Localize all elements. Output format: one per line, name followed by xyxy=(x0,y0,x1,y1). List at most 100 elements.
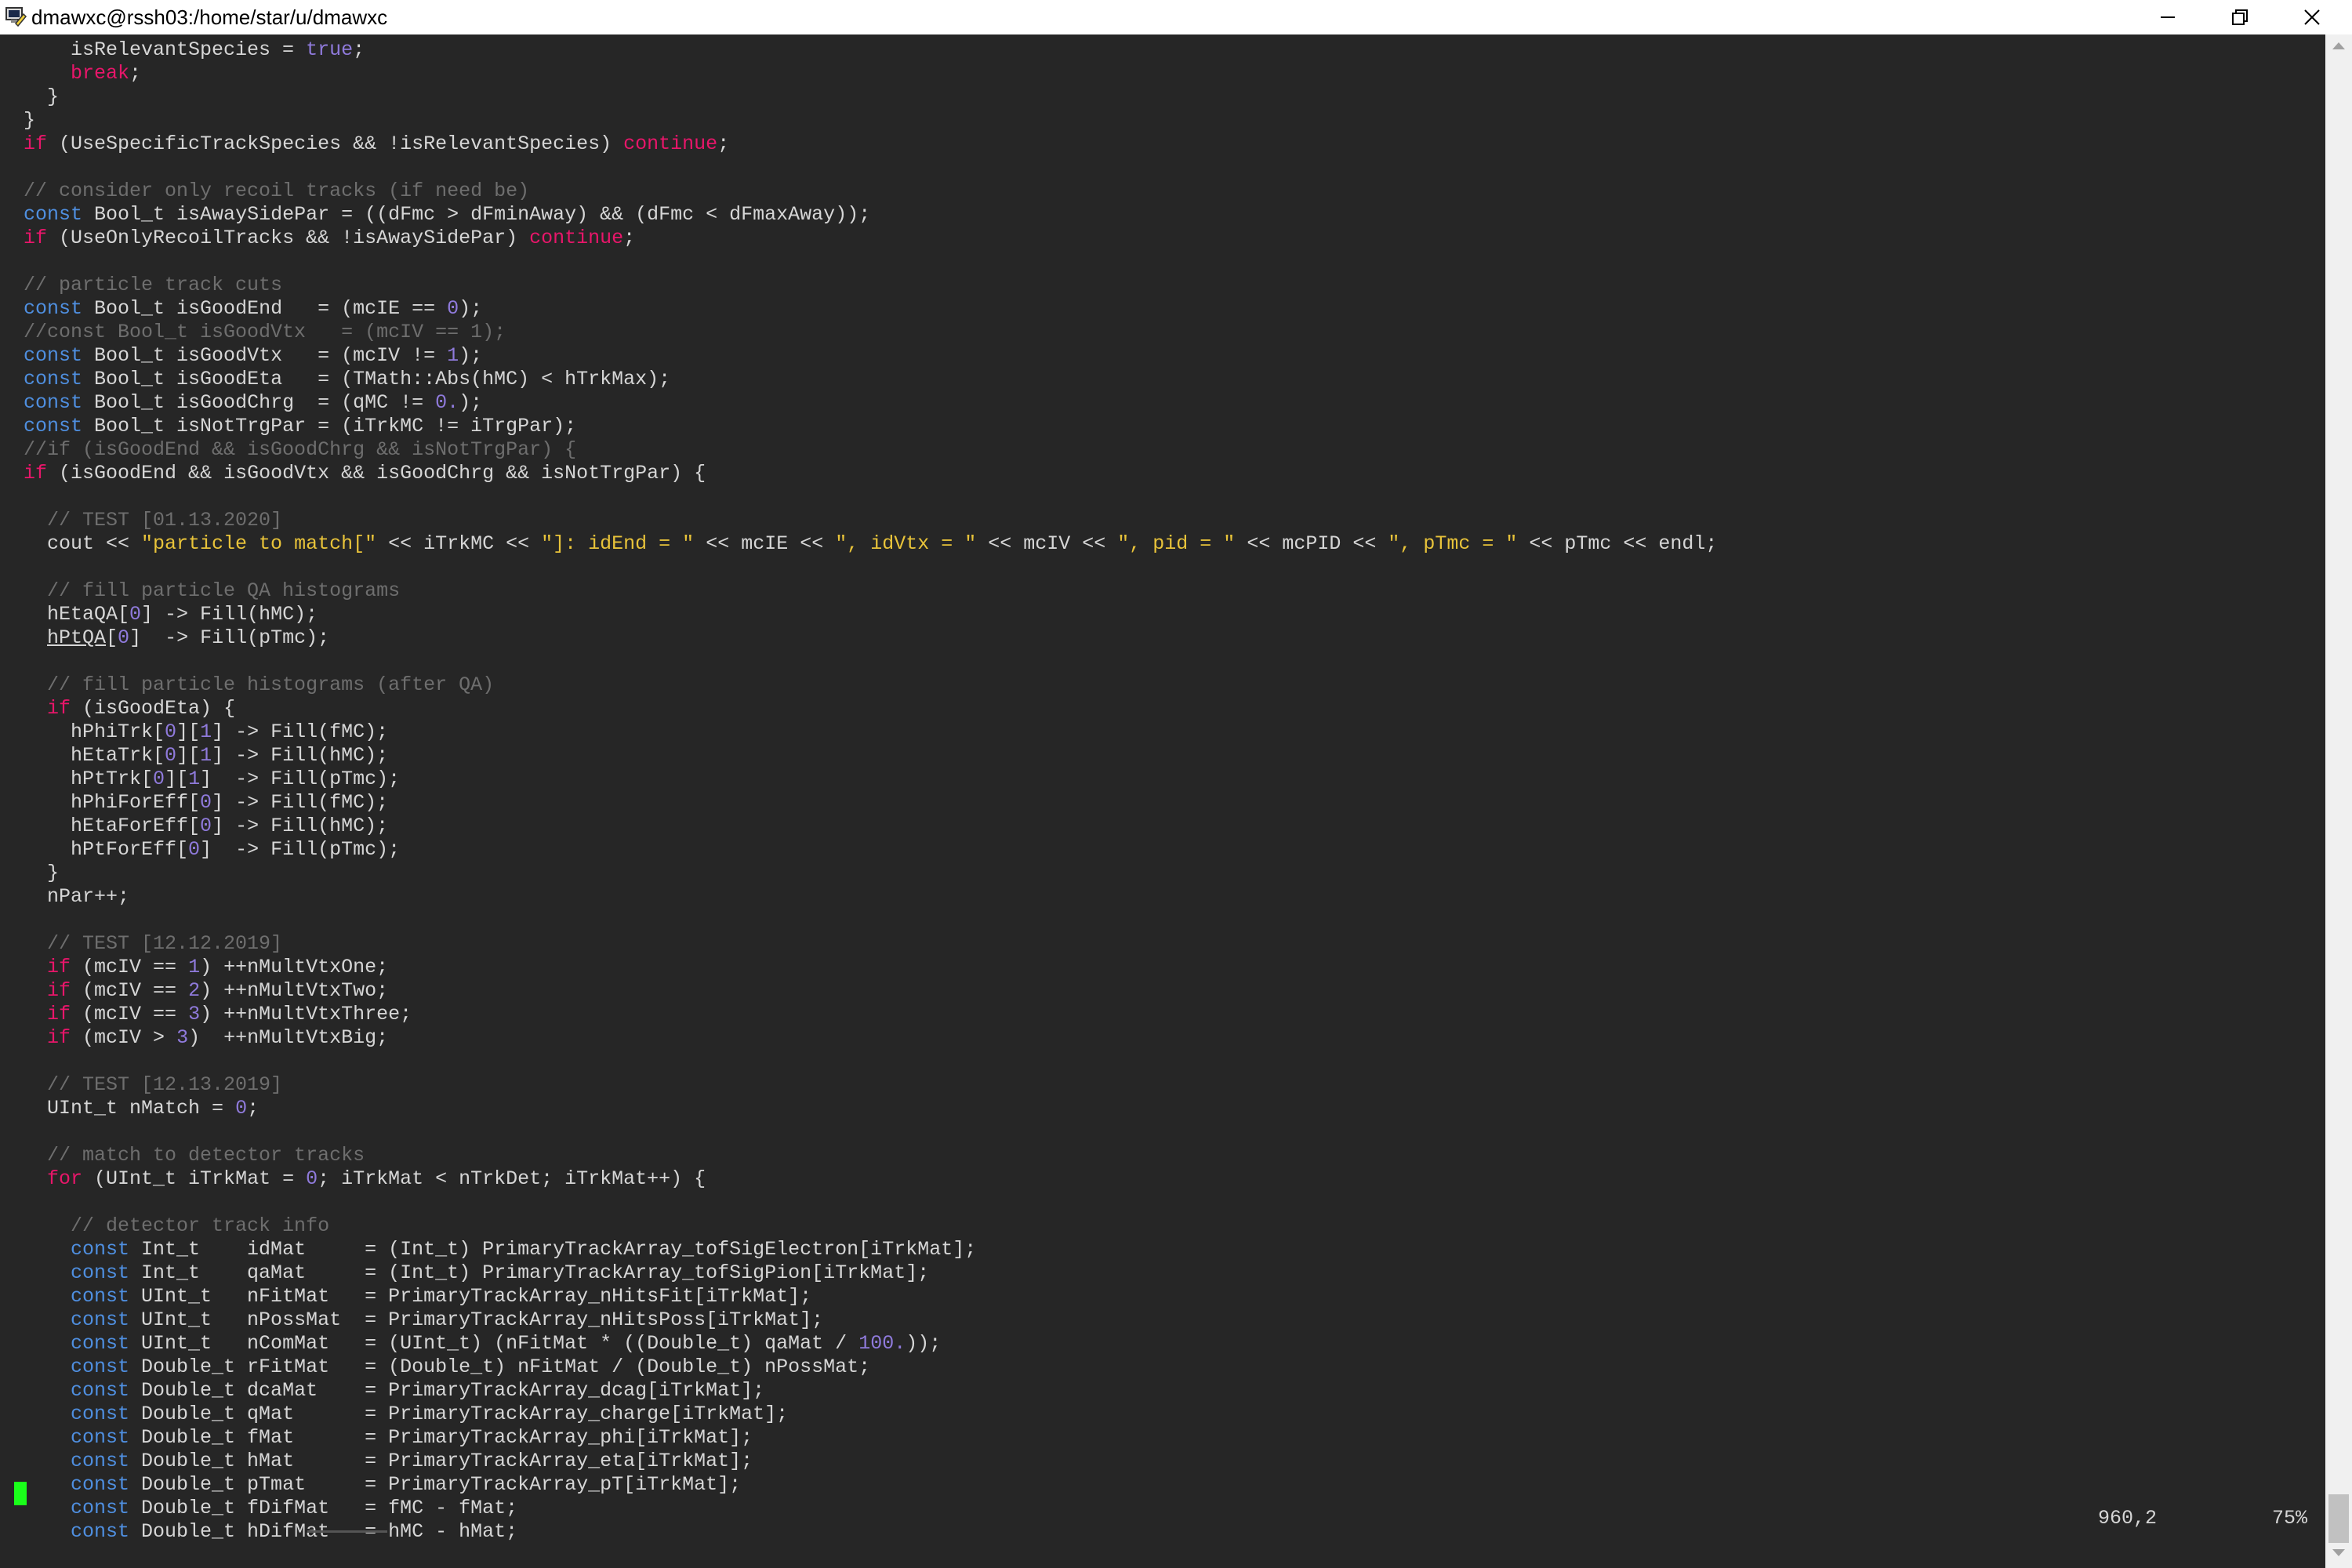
code-token: 0 xyxy=(188,838,201,861)
code-token: const xyxy=(71,1308,130,1331)
code-line: // TEST [12.13.2019] xyxy=(0,1073,2325,1097)
vertical-scrollbar[interactable] xyxy=(2325,34,2352,1568)
code-token: hEtaQA[ xyxy=(0,603,130,626)
code-token: UInt_t nFitMat = PrimaryTrackArray_nHits… xyxy=(129,1285,812,1308)
code-token: const xyxy=(71,1426,130,1449)
code-token: ] -> Fill(fMC); xyxy=(212,720,389,743)
code-line: const UInt_t nPossMat = PrimaryTrackArra… xyxy=(0,1308,2325,1332)
code-token: ; xyxy=(623,227,636,249)
code-token: 0 xyxy=(118,626,130,649)
code-token: 2 xyxy=(188,979,201,1002)
code-line: if (mcIV == 2) ++nMultVtxTwo; xyxy=(0,979,2325,1003)
code-token: ; xyxy=(353,38,365,61)
code-token: 3 xyxy=(176,1026,189,1049)
code-token: //if (isGoodEnd && isGoodChrg && isNotTr… xyxy=(0,438,577,461)
restore-button[interactable] xyxy=(2205,0,2275,34)
code-line: const Double_t rFitMat = (Double_t) nFit… xyxy=(0,1356,2325,1379)
code-token: ] -> Fill(hMC); xyxy=(212,744,389,767)
code-line: UInt_t nMatch = 0; xyxy=(0,1097,2325,1120)
code-token: const xyxy=(71,1520,130,1543)
code-token: Double_t fDifMat = fMC - fMat; xyxy=(129,1497,518,1519)
code-token: const xyxy=(24,297,83,320)
code-line: // particle track cuts xyxy=(0,274,2325,297)
scrollbar-thumb[interactable] xyxy=(2328,1494,2349,1543)
scroll-percent: 75% xyxy=(2272,1507,2308,1530)
code-line: if (mcIV == 3) ++nMultVtxThree; xyxy=(0,1003,2325,1026)
code-line: if (mcIV == 1) ++nMultVtxOne; xyxy=(0,956,2325,979)
code-token: const xyxy=(71,1285,130,1308)
putty-terminal-icon[interactable] xyxy=(5,6,28,28)
code-token: (mcIV == xyxy=(71,956,189,978)
code-editor[interactable]: isRelevantSpecies = true; break; } } if … xyxy=(0,38,2325,1544)
code-token: 1 xyxy=(447,344,459,367)
code-line: cout << "particle to match[" << iTrkMC <… xyxy=(0,532,2325,556)
code-line: hPtForEff[0] -> Fill(pTmc); xyxy=(0,838,2325,862)
code-line: if (isGoodEta) { xyxy=(0,697,2325,720)
minimize-button[interactable] xyxy=(2132,0,2203,34)
code-line: //if (isGoodEnd && isGoodChrg && isNotTr… xyxy=(0,438,2325,462)
code-token: ); xyxy=(459,391,483,414)
code-token: const xyxy=(24,344,83,367)
code-token: true xyxy=(306,38,354,61)
code-token: 1 xyxy=(200,720,212,743)
code-line: const Double_t pTmat = PrimaryTrackArray… xyxy=(0,1473,2325,1497)
code-token: Double_t pTmat = PrimaryTrackArray_pT[iT… xyxy=(129,1473,742,1496)
code-token: 0 xyxy=(129,603,142,626)
code-line: const Double_t hMat = PrimaryTrackArray_… xyxy=(0,1450,2325,1473)
close-button[interactable] xyxy=(2277,0,2347,34)
close-icon xyxy=(2304,9,2320,25)
code-line: for (UInt_t iTrkMat = 0; iTrkMat < nTrkD… xyxy=(0,1167,2325,1191)
code-line: isRelevantSpecies = true; xyxy=(0,38,2325,62)
code-token: ; xyxy=(247,1097,260,1120)
code-token: ] -> Fill(hMC); xyxy=(212,815,389,837)
terminal-viewport[interactable]: isRelevantSpecies = true; break; } } if … xyxy=(0,34,2325,1568)
code-token: ][ xyxy=(176,720,201,743)
code-token: [ xyxy=(106,626,118,649)
code-line: hEtaTrk[0][1] -> Fill(hMC); xyxy=(0,744,2325,768)
code-token: (mcIV == xyxy=(71,979,189,1002)
code-token: } xyxy=(0,109,36,132)
code-line: break; xyxy=(0,62,2325,85)
code-token: hPhiTrk[ xyxy=(0,720,165,743)
scroll-down-arrow-icon[interactable] xyxy=(2332,1549,2345,1556)
code-token: hPtQA xyxy=(47,626,107,649)
code-token: ) ++nMultVtxOne; xyxy=(200,956,389,978)
code-token: 100. xyxy=(858,1332,906,1355)
code-token: if xyxy=(47,956,71,978)
code-token: hPtForEff[ xyxy=(0,838,189,861)
code-line: hPtTrk[0][1] -> Fill(pTmc); xyxy=(0,768,2325,791)
code-token: UInt_t nMatch = xyxy=(0,1097,236,1120)
code-token: Bool_t isGoodChrg = (qMC != xyxy=(82,391,436,414)
code-token: ] -> Fill(pTmc); xyxy=(200,768,401,790)
code-token: Double_t hMat = PrimaryTrackArray_eta[iT… xyxy=(129,1450,753,1472)
code-token: const xyxy=(71,1473,130,1496)
scroll-up-arrow-icon[interactable] xyxy=(2332,42,2345,49)
code-token: (isGoodEta) { xyxy=(71,697,236,720)
code-line: hPhiForEff[0] -> Fill(fMC); xyxy=(0,791,2325,815)
code-token: << mcIE << xyxy=(694,532,836,555)
code-token: ", pid = " xyxy=(1117,532,1236,555)
code-token: 1 xyxy=(188,956,201,978)
code-token: 0 xyxy=(447,297,459,320)
code-token: if xyxy=(47,979,71,1002)
code-token: Bool_t isNotTrgPar = (iTrkMC != iTrgPar)… xyxy=(82,415,577,437)
cursor-position: 960,2 xyxy=(2098,1507,2158,1530)
code-token: const xyxy=(24,203,83,226)
